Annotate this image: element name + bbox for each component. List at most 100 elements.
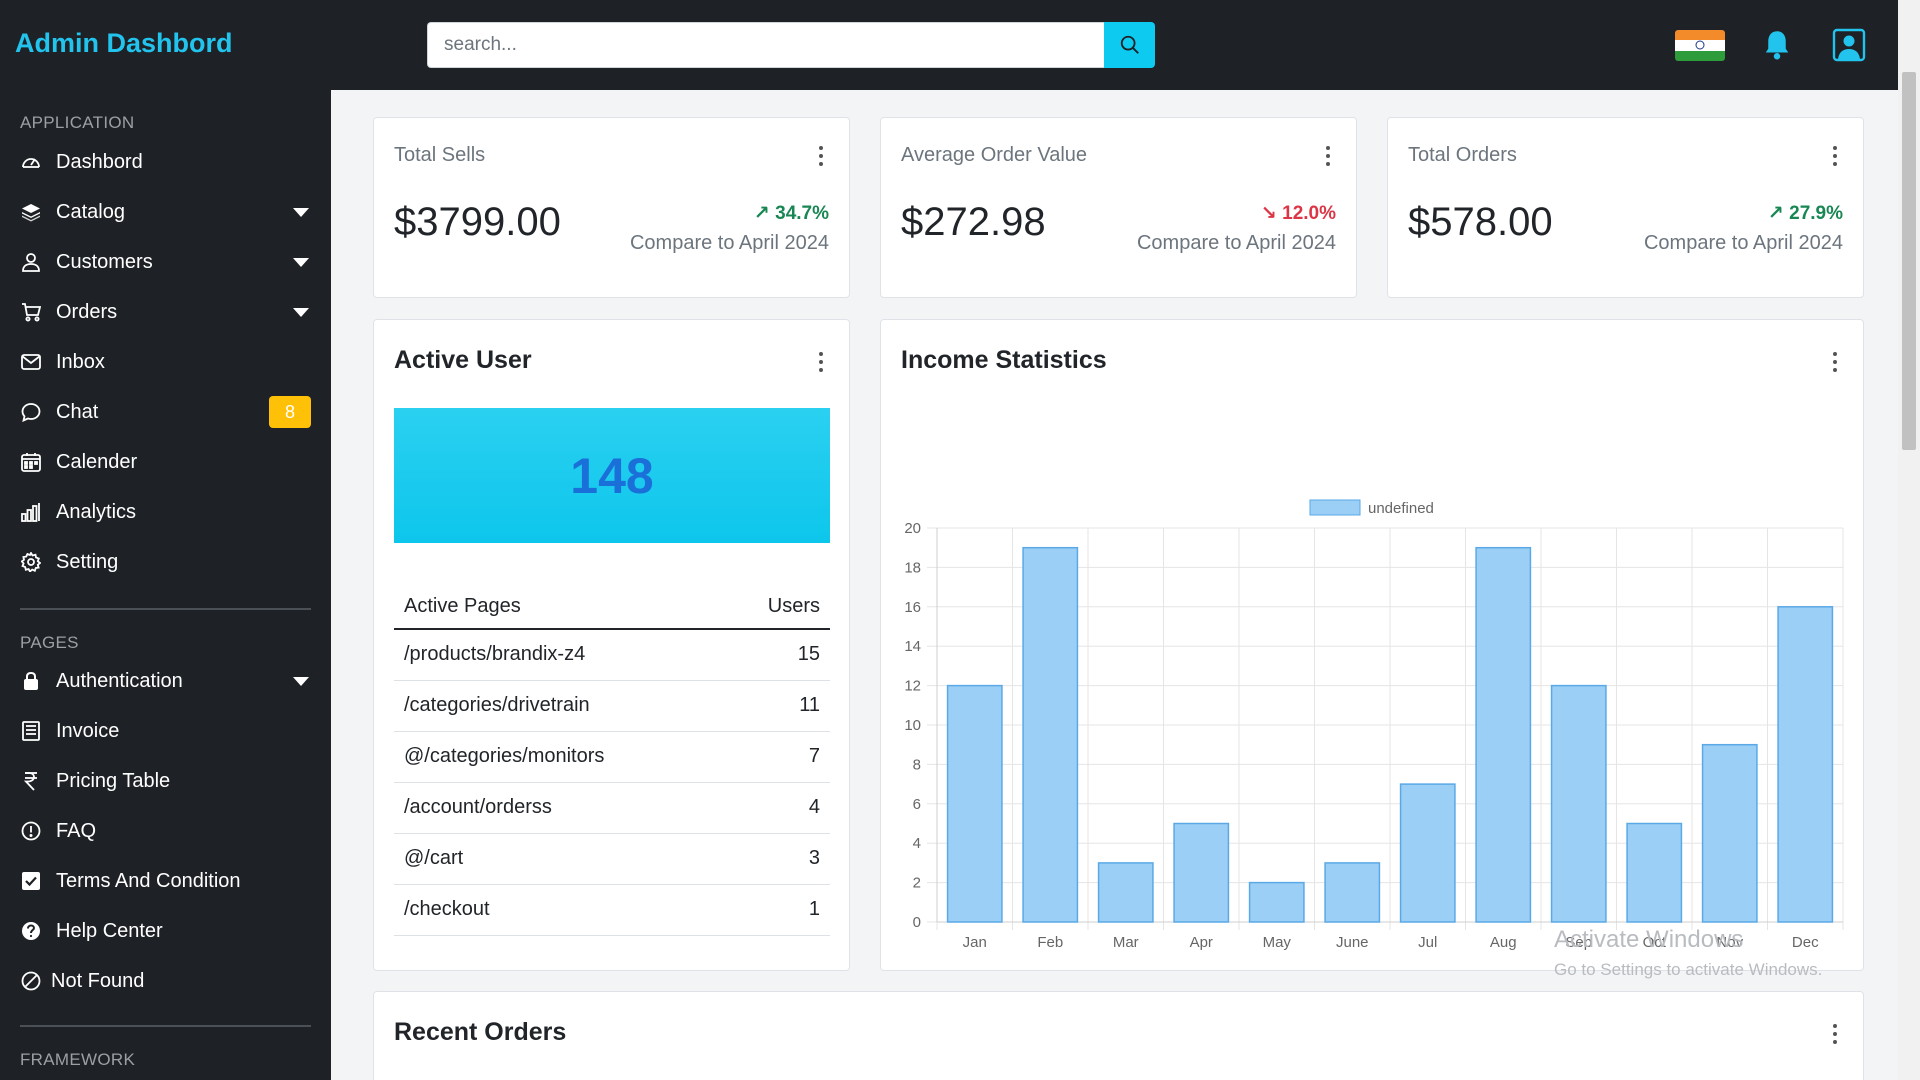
table-row: /checkout 1 xyxy=(394,884,830,936)
users-cell: 7 xyxy=(722,731,830,783)
sidebar-item-label: Invoice xyxy=(56,719,120,742)
sidebar-section-pages: PAGES xyxy=(20,633,79,652)
activate-windows-watermark: Activate Windows xyxy=(1554,926,1744,953)
sidebar-item-label: Chat xyxy=(56,400,99,423)
users-cell: 11 xyxy=(722,680,830,732)
arrow-up-right-icon: ↗ xyxy=(1767,203,1784,224)
bar-sep xyxy=(1550,684,1607,923)
active-user-count: 148 xyxy=(394,408,830,543)
page-cell: /account/orderss xyxy=(394,782,723,834)
x-tick-label: Jul xyxy=(1418,934,1437,951)
table-row: @/categories/monitors 7 xyxy=(394,731,830,783)
user-profile-icon[interactable] xyxy=(1832,28,1866,67)
bar-dec xyxy=(1777,606,1834,923)
sidebar-item-chat[interactable]: Chat 8 xyxy=(20,395,311,429)
page-cell: /checkout xyxy=(394,884,723,936)
sidebar-item-help-center[interactable]: Help Center xyxy=(20,914,311,948)
sidebar-item-calender[interactable]: Calender xyxy=(20,445,311,479)
more-options-icon[interactable] xyxy=(818,352,824,372)
exclamation-circle-icon xyxy=(20,820,42,842)
brand-title[interactable]: Admin Dashbord xyxy=(15,28,233,59)
bar-nov xyxy=(1701,743,1758,923)
active-pages-table: Active Pages Users /products/brandix-z4 1… xyxy=(394,584,830,936)
scrollbar-thumb[interactable] xyxy=(1902,72,1916,450)
sidebar-item-label: Setting xyxy=(56,550,119,573)
india-flag-icon[interactable] xyxy=(1675,30,1725,61)
x-tick-label: Feb xyxy=(1037,934,1063,951)
y-tick-label: 6 xyxy=(913,796,921,813)
sidebar-item-pricing-table[interactable]: Pricing Table xyxy=(20,764,311,798)
bar-feb xyxy=(1022,546,1079,923)
more-options-icon[interactable] xyxy=(1325,146,1331,166)
sidebar-item-label: Customers xyxy=(56,250,153,273)
sidebar-item-catalog[interactable]: Catalog xyxy=(20,195,311,229)
cart-icon xyxy=(20,301,42,323)
page-cell: /products/brandix-z4 xyxy=(394,629,723,681)
legend-swatch xyxy=(1309,499,1361,516)
y-tick-label: 20 xyxy=(904,520,921,537)
stat-title: Total Sells xyxy=(394,144,486,166)
search-button[interactable] xyxy=(1104,22,1155,68)
more-options-icon[interactable] xyxy=(1832,352,1838,372)
bell-icon[interactable] xyxy=(1762,28,1792,67)
sidebar-item-terms-and-condition[interactable]: Terms And Condition xyxy=(20,864,311,898)
table-row: @/cart 3 xyxy=(394,833,830,885)
users-cell: 15 xyxy=(722,629,830,681)
more-options-icon[interactable] xyxy=(1832,146,1838,166)
more-options-icon[interactable] xyxy=(1832,1024,1838,1044)
more-options-icon[interactable] xyxy=(818,146,824,166)
table-row: /account/orderss 4 xyxy=(394,782,830,834)
slash-circle-icon xyxy=(20,970,42,992)
sidebar-divider xyxy=(20,608,311,610)
sidebar-item-customers[interactable]: Customers xyxy=(20,245,311,279)
y-tick-label: 4 xyxy=(913,835,921,852)
caret-down-icon xyxy=(293,207,309,217)
activate-windows-hint: Go to Settings to activate Windows. xyxy=(1554,960,1823,979)
search-input[interactable] xyxy=(427,22,1104,68)
sidebar-item-orders[interactable]: Orders xyxy=(20,295,311,329)
card-title: Active User xyxy=(394,346,532,374)
check-square-icon xyxy=(20,870,42,892)
caret-down-icon xyxy=(293,676,309,686)
users-cell: 1 xyxy=(722,884,830,936)
top-navbar: Admin Dashbord xyxy=(0,0,1920,90)
sidebar-item-label: Inbox xyxy=(56,350,105,373)
dashboard-gauge-icon xyxy=(20,151,42,173)
x-tick-label: June xyxy=(1336,934,1369,951)
sidebar-item-label: Catalog xyxy=(56,200,125,223)
stat-title: Average Order Value xyxy=(901,144,1088,166)
y-tick-label: 12 xyxy=(904,678,921,695)
page-cell: @/cart xyxy=(394,833,723,885)
caret-down-icon xyxy=(293,307,309,317)
y-tick-label: 0 xyxy=(913,914,921,931)
sidebar-item-not-found[interactable]: Not Found xyxy=(20,964,311,998)
bar-jan xyxy=(946,684,1003,923)
users-cell: 3 xyxy=(722,833,830,885)
sidebar-item-label: Dashbord xyxy=(56,150,143,173)
sidebar-item-dashbord[interactable]: Dashbord xyxy=(20,145,311,179)
y-tick-label: 2 xyxy=(913,875,921,892)
stat-compare: Compare to April 2024 xyxy=(629,232,829,254)
table-row: /products/brandix-z4 15 xyxy=(394,629,830,681)
sidebar-section-framework: FRAMEWORK xyxy=(20,1050,136,1069)
sidebar-item-label: Terms And Condition xyxy=(56,869,241,892)
sidebar-item-faq[interactable]: FAQ xyxy=(20,814,311,848)
layers-icon xyxy=(20,201,42,223)
sidebar-item-label: Orders xyxy=(56,300,118,323)
stat-compare: Compare to April 2024 xyxy=(1136,232,1336,254)
table-header-row: Active Pages Users xyxy=(394,584,830,630)
sidebar-item-analytics[interactable]: Analytics xyxy=(20,495,311,529)
sidebar-item-authentication[interactable]: Authentication xyxy=(20,664,311,698)
sidebar-item-inbox[interactable]: Inbox xyxy=(20,345,311,379)
bar-mar xyxy=(1097,862,1154,923)
sidebar-item-label: Authentication xyxy=(56,669,183,692)
calendar-icon xyxy=(20,451,42,473)
y-tick-label: 10 xyxy=(904,717,921,734)
sidebar-item-invoice[interactable]: Invoice xyxy=(20,714,311,748)
y-tick-label: 8 xyxy=(913,756,921,773)
table-row: /categories/drivetrain 11 xyxy=(394,680,830,732)
stat-change: ↗ 27.9% xyxy=(1767,203,1843,224)
question-circle-icon xyxy=(20,920,42,942)
stat-value: $578.00 xyxy=(1408,200,1553,244)
sidebar-item-setting[interactable]: Setting xyxy=(20,545,311,579)
